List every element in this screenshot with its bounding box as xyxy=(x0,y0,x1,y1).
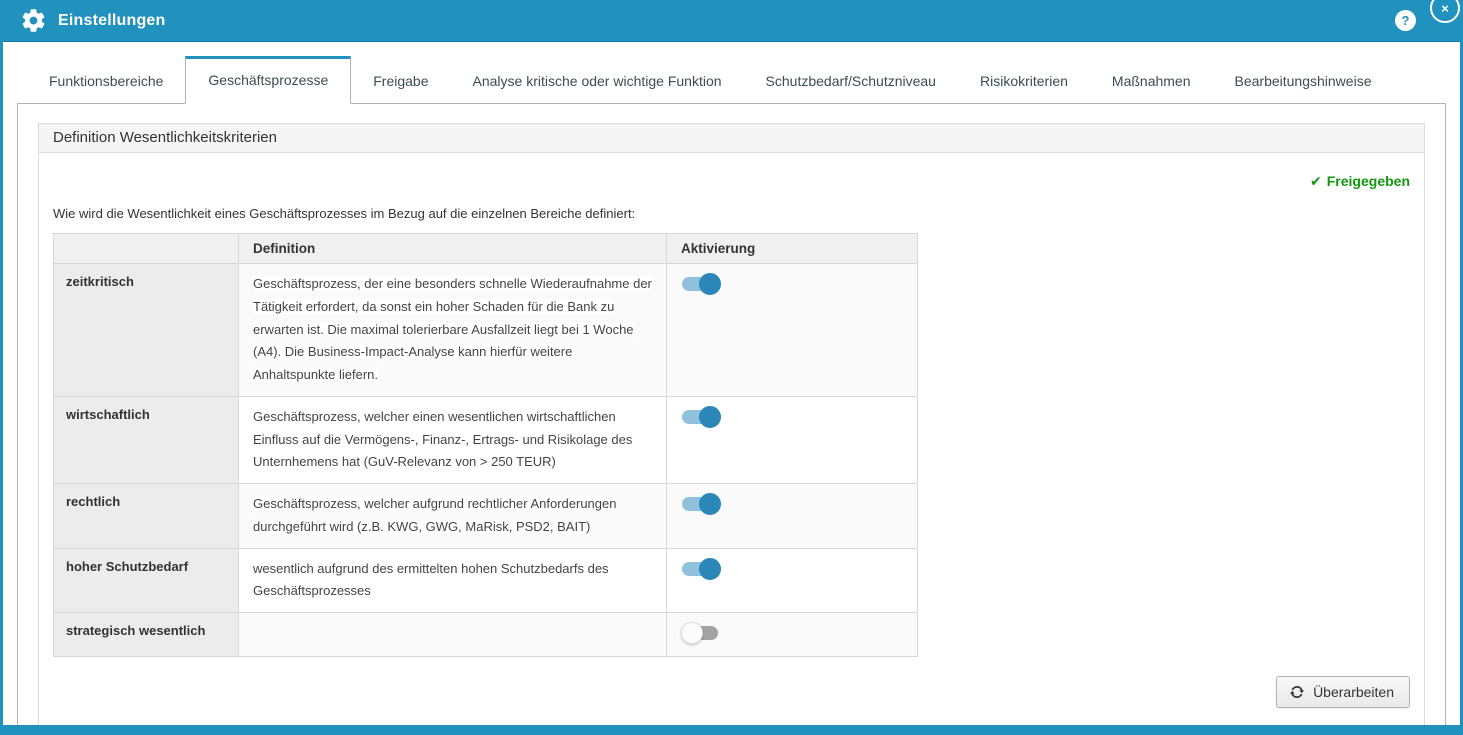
tab[interactable]: Funktionsbereiche xyxy=(27,58,185,103)
column-header-aktivierung: Aktivierung xyxy=(667,234,918,264)
panel-title: Definition Wesentlichkeitskriterien xyxy=(39,124,1424,153)
definition-panel: Definition Wesentlichkeitskriterien ✔ Fre… xyxy=(38,123,1425,735)
table-row: hoher Schutzbedarf wesentlich aufgrund d… xyxy=(54,548,918,613)
criterion-activation-cell xyxy=(667,484,918,549)
table-row: wirtschaftlich Geschäftsprozess, welcher… xyxy=(54,396,918,483)
activation-toggle[interactable] xyxy=(681,622,721,644)
status-badge: ✔ Freigegeben xyxy=(53,173,1410,190)
criterion-activation-cell xyxy=(667,613,918,657)
tab[interactable]: Maßnahmen xyxy=(1090,58,1213,103)
tab[interactable]: Analyse kritische oder wichtige Funktion xyxy=(451,58,744,103)
table-row: rechtlich Geschäftsprozess, welcher aufg… xyxy=(54,484,918,549)
criterion-definition: Geschäftsprozess, welcher aufgrund recht… xyxy=(239,484,667,549)
settings-window: Einstellungen ? × Funktionsbereiche Gesc… xyxy=(0,0,1463,735)
criterion-definition: Geschäftsprozess, welcher einen wesentli… xyxy=(239,396,667,483)
main-container: Definition Wesentlichkeitskriterien ✔ Fre… xyxy=(17,104,1446,735)
activation-toggle[interactable] xyxy=(681,558,721,580)
criterion-definition xyxy=(239,613,667,657)
refresh-icon xyxy=(1290,685,1304,699)
criterion-definition: Geschäftsprozess, der eine besonders sch… xyxy=(239,264,667,397)
column-header-definition: Definition xyxy=(239,234,667,264)
tab[interactable]: Freigabe xyxy=(351,58,450,103)
toggle-knob xyxy=(699,406,721,428)
toggle-knob xyxy=(699,493,721,515)
notice-banner: i Bitte beachten Sie, dass eine Deaktivi… xyxy=(53,728,1410,735)
criterion-activation-cell xyxy=(667,264,918,397)
gear-icon xyxy=(19,7,47,35)
title-bar: Einstellungen ? × xyxy=(3,0,1460,42)
criterion-label: strategisch wesentlich xyxy=(54,613,239,657)
table-row: strategisch wesentlich xyxy=(54,613,918,657)
toggle-knob xyxy=(699,273,721,295)
close-button[interactable]: × xyxy=(1430,0,1460,23)
activation-toggle[interactable] xyxy=(681,273,721,295)
criterion-activation-cell xyxy=(667,396,918,483)
rework-button-label: Überarbeiten xyxy=(1313,684,1394,700)
criteria-table: Definition Aktivierung zeitkritisch Gesc… xyxy=(53,233,918,657)
rework-button[interactable]: Überarbeiten xyxy=(1276,676,1410,708)
criterion-label: hoher Schutzbedarf xyxy=(54,548,239,613)
tab-bar: Funktionsbereiche Geschäftsprozesse Frei… xyxy=(17,56,1446,104)
intro-text: Wie wird die Wesentlichkeit eines Geschä… xyxy=(53,206,1410,221)
table-header-row: Definition Aktivierung xyxy=(54,234,918,264)
toggle-knob xyxy=(681,622,703,644)
activation-toggle[interactable] xyxy=(681,406,721,428)
toggle-knob xyxy=(699,558,721,580)
criterion-label: rechtlich xyxy=(54,484,239,549)
criterion-label: zeitkritisch xyxy=(54,264,239,397)
criterion-activation-cell xyxy=(667,548,918,613)
window-title: Einstellungen xyxy=(58,12,166,30)
page-content: Funktionsbereiche Geschäftsprozesse Frei… xyxy=(3,42,1460,735)
tab[interactable]: Risikokriterien xyxy=(958,58,1090,103)
activation-toggle[interactable] xyxy=(681,493,721,515)
tab[interactable]: Geschäftsprozesse xyxy=(185,56,351,104)
table-row: zeitkritisch Geschäftsprozess, der eine … xyxy=(54,264,918,397)
tab[interactable]: Schutzbedarf/Schutzniveau xyxy=(744,58,958,103)
column-header-empty xyxy=(54,234,239,264)
tab[interactable]: Bearbeitungshinweise xyxy=(1213,58,1394,103)
help-button[interactable]: ? xyxy=(1395,10,1416,31)
button-row: Überarbeiten xyxy=(53,676,1410,708)
panel-body: ✔ Freigegeben Wie wird die Wesentlichkeit… xyxy=(39,153,1424,735)
criterion-definition: wesentlich aufgrund des ermittelten hohe… xyxy=(239,548,667,613)
check-icon: ✔ xyxy=(1310,173,1322,189)
status-label: Freigegeben xyxy=(1327,173,1410,189)
criterion-label: wirtschaftlich xyxy=(54,396,239,483)
